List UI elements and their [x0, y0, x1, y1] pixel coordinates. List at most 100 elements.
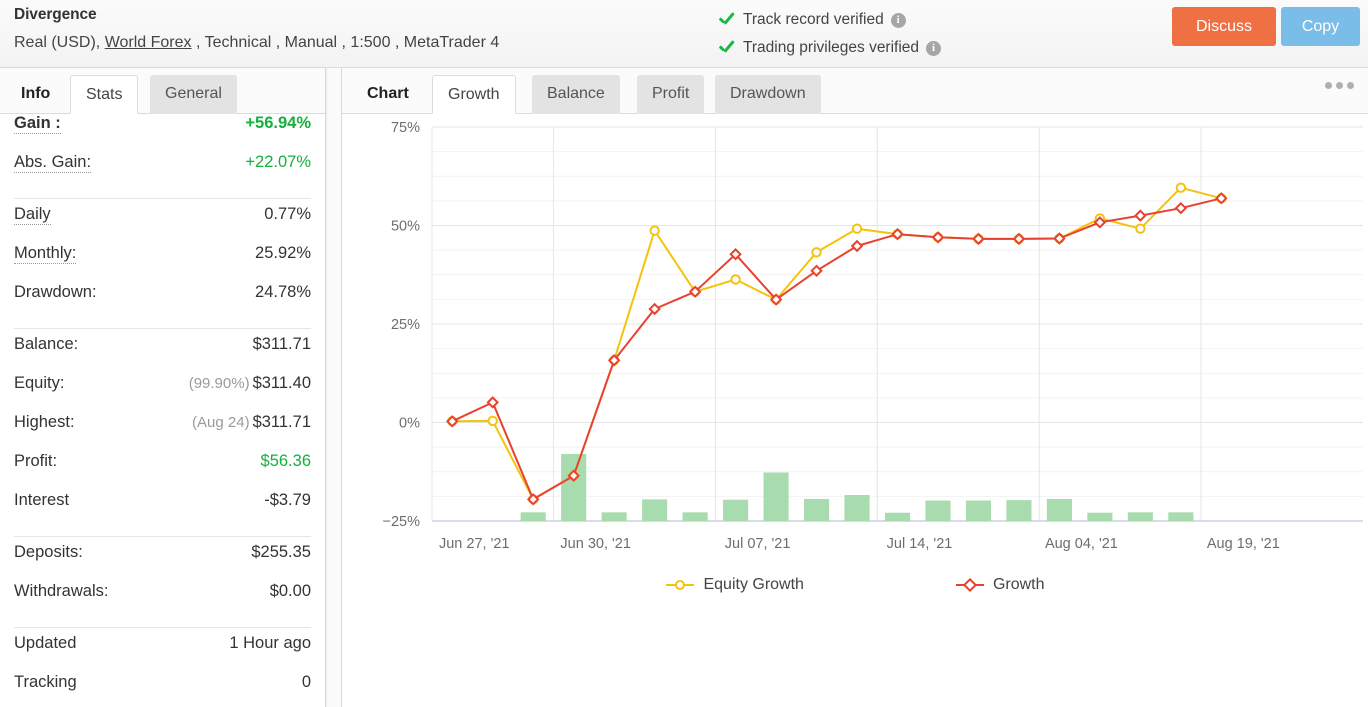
- page-header: Divergence Real (USD), World Forex , Tec…: [0, 0, 1368, 68]
- check-icon: [718, 39, 736, 57]
- chart-tabbar: Chart Growth Balance Profit Drawdown: [342, 68, 1368, 114]
- verification-list: Track record verified i Trading privileg…: [718, 6, 942, 62]
- broker-link[interactable]: World Forex: [105, 34, 192, 51]
- svg-text:50%: 50%: [391, 219, 420, 235]
- stat-value: -$3.79: [264, 491, 311, 509]
- divider: [14, 198, 311, 199]
- svg-text:Jun 27, '21: Jun 27, '21: [439, 536, 510, 552]
- stat-value: $0.00: [269, 582, 311, 600]
- stat-value: 25.92%: [255, 244, 311, 262]
- legend-item-growth[interactable]: Growth: [955, 576, 1045, 594]
- svg-text:Jul 07, '21: Jul 07, '21: [725, 536, 791, 552]
- stat-label: Profit:: [14, 452, 58, 470]
- stat-row-balance: Balance: $311.71: [14, 335, 311, 374]
- stat-label: Daily: [14, 205, 51, 225]
- discuss-button[interactable]: Discuss: [1172, 7, 1276, 46]
- tab-profit[interactable]: Profit: [637, 75, 705, 114]
- sidebar-tab-stats[interactable]: Stats: [70, 75, 139, 114]
- stat-value: 1 Hour ago: [229, 634, 311, 652]
- stat-row-daily: Daily 0.77%: [14, 205, 311, 244]
- stat-value: $311.40: [252, 374, 311, 392]
- stat-value: 0: [301, 673, 311, 691]
- stat-row-drawdown: Drawdown: 24.78%: [14, 283, 311, 322]
- account-meta-post: , Technical , Manual , 1:500 , MetaTrade…: [191, 34, 500, 51]
- chart-panel: Chart Growth Balance Profit Drawdown 75%…: [341, 68, 1368, 707]
- tab-balance[interactable]: Balance: [532, 75, 620, 114]
- stat-label: Deposits:: [14, 543, 83, 561]
- stat-row-equity: Equity: (99.90%) $311.40: [14, 374, 311, 413]
- stat-prefix: (Aug 24): [192, 414, 250, 431]
- svg-text:75%: 75%: [391, 120, 420, 136]
- svg-text:Jul 14, '21: Jul 14, '21: [887, 536, 953, 552]
- stat-value: $255.35: [251, 543, 311, 561]
- tab-growth[interactable]: Growth: [432, 75, 516, 114]
- stat-label: Balance:: [14, 335, 79, 353]
- stat-label: Gain :: [14, 114, 61, 134]
- svg-text:−25%: −25%: [383, 514, 421, 530]
- legend-item-equity-growth[interactable]: Equity Growth: [666, 576, 804, 594]
- stat-row-interest: Interest -$3.79: [14, 491, 311, 530]
- chart-tab-chart[interactable]: Chart: [352, 75, 424, 114]
- divider: [14, 328, 311, 329]
- ellipsis-icon[interactable]: [1325, 82, 1354, 89]
- stat-value-wrap: (99.90%) $311.40: [189, 374, 311, 393]
- stat-value-wrap: (Aug 24) $311.71: [192, 413, 311, 432]
- sidebar-tab-general[interactable]: General: [150, 75, 237, 114]
- stat-label: Monthly:: [14, 244, 77, 264]
- legend-marker-diamond-icon: [955, 578, 984, 592]
- stat-value: $311.71: [252, 335, 311, 353]
- sidebar-tabbar: Info Stats General: [0, 68, 325, 114]
- svg-text:Aug 04, '21: Aug 04, '21: [1045, 536, 1118, 552]
- divider: [14, 536, 311, 537]
- stat-label: Drawdown:: [14, 283, 97, 301]
- growth-chart: 75% 50% 25% 0% −25% Jun 27, '21 Jun 30, '21 Jul…: [342, 114, 1368, 707]
- account-meta-pre: Real (USD),: [14, 34, 105, 51]
- stats-rows: Gain : +56.94% Abs. Gain: +22.07% Daily …: [0, 114, 325, 707]
- stat-value: +22.07%: [245, 153, 311, 171]
- stat-row-gain: Gain : +56.94%: [14, 114, 311, 153]
- svg-text:0%: 0%: [399, 416, 420, 432]
- stat-label: Withdrawals:: [14, 582, 109, 600]
- stat-row-abs-gain: Abs. Gain: +22.07%: [14, 153, 311, 192]
- stat-label: Equity:: [14, 374, 65, 392]
- stat-label: Highest:: [14, 413, 75, 431]
- svg-text:25%: 25%: [391, 317, 420, 333]
- stat-value: 0.77%: [264, 205, 311, 223]
- stat-label: Tracking: [14, 673, 77, 691]
- legend-marker-circle-icon: [666, 580, 695, 590]
- info-icon[interactable]: i: [926, 40, 942, 56]
- legend-label: Equity Growth: [703, 576, 804, 593]
- verification-track-record: Track record verified i: [718, 6, 941, 34]
- verification-label: Trading privileges verified: [743, 39, 920, 56]
- main-area: Info Stats General Gain : +56.94% Abs. G…: [0, 68, 1368, 707]
- verification-label: Track record verified: [743, 11, 884, 28]
- verification-trading-privileges: Trading privileges verified i: [718, 34, 942, 62]
- stat-value: $56.36: [260, 452, 311, 470]
- tab-drawdown[interactable]: Drawdown: [715, 75, 821, 114]
- stat-value: +56.94%: [245, 114, 311, 132]
- stat-row-tracking: Tracking 0: [14, 673, 311, 707]
- stat-row-deposits: Deposits: $255.35: [14, 543, 311, 582]
- svg-text:Aug 19, '21: Aug 19, '21: [1207, 536, 1280, 552]
- stat-label: Interest: [14, 491, 70, 509]
- stat-value: 24.78%: [255, 283, 311, 301]
- account-meta: Real (USD), World Forex , Technical , Ma…: [14, 34, 499, 52]
- stat-row-highest: Highest: (Aug 24) $311.71: [14, 413, 311, 452]
- stat-row-updated: Updated 1 Hour ago: [14, 634, 311, 673]
- stats-sidebar: Info Stats General Gain : +56.94% Abs. G…: [0, 68, 326, 707]
- divider: [14, 627, 311, 628]
- stat-label: Updated: [14, 634, 77, 652]
- stat-row-profit: Profit: $56.36: [14, 452, 311, 491]
- stat-row-withdrawals: Withdrawals: $0.00: [14, 582, 311, 621]
- chart-canvas: 75% 50% 25% 0% −25% Jun 27, '21 Jun 30, '21 Jul…: [383, 120, 1363, 552]
- info-icon[interactable]: i: [890, 12, 906, 28]
- stat-value: $311.71: [252, 413, 311, 431]
- sidebar-tab-info[interactable]: Info: [6, 75, 65, 114]
- stat-prefix: (99.90%): [188, 375, 250, 392]
- chart-legend: Equity Growth Growth: [342, 576, 1368, 594]
- stat-row-monthly: Monthly: 25.92%: [14, 244, 311, 283]
- legend-label: Growth: [992, 576, 1045, 593]
- page-title: Divergence: [14, 6, 97, 23]
- stat-label: Abs. Gain:: [14, 153, 92, 173]
- copy-button[interactable]: Copy: [1281, 7, 1360, 46]
